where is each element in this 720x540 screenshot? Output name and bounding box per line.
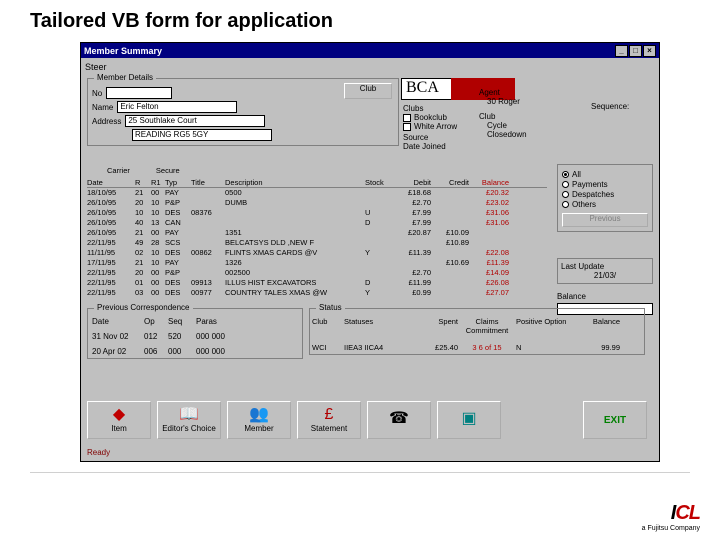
clubs-group: Clubs Bookclub White Arrow Source Date J… (403, 104, 471, 151)
carrier-label: Carrier (107, 166, 130, 175)
exit-button[interactable]: EXIT (583, 401, 647, 439)
member-details-label: Member Details (94, 73, 156, 82)
radio-others[interactable]: Others (562, 200, 648, 209)
maximize-button[interactable]: □ (629, 45, 642, 57)
closedown-label: Closedown (479, 130, 589, 139)
button-bar: ◆Item 📖Editor's Choice 👥Member £Statemen… (87, 401, 647, 439)
table-row[interactable]: 18/10/952100PAY0500£18.68£20.32 (87, 188, 547, 198)
prev-corr-label: Previous Correspondence (94, 303, 193, 312)
radio-all[interactable]: All (562, 170, 648, 179)
secure-label: Secure (156, 166, 180, 175)
club-label: Club (479, 112, 589, 121)
table-row[interactable]: 17/11/952110PAY1326£10.69£11.39 (87, 258, 547, 268)
no-label: No (92, 89, 102, 98)
tx-header: Date R R1 Typ Title Description Stock De… (87, 178, 547, 188)
status-label: Status (316, 303, 345, 312)
table-row[interactable]: 22/11/954928SCSBELCATSYS DLD ,NEW F£10.8… (87, 238, 547, 248)
radio-payments[interactable]: Payments (562, 180, 648, 189)
agent-group: Agent 30 Roger Club Cycle Closedown (479, 88, 589, 139)
address-line2: READING RG5 5GY (132, 129, 272, 141)
titlebar: Member Summary _ □ × (81, 43, 659, 58)
filter-group: All Payments Despatches Others Previous (557, 164, 653, 232)
name-label: Name (92, 103, 113, 112)
member-button[interactable]: 👥Member (227, 401, 291, 439)
tag-icon: ◆ (113, 408, 125, 422)
table-row[interactable]: 26/10/951010DES08376U£7.99£31.06 (87, 208, 547, 218)
window-title: Member Summary (84, 46, 162, 56)
list-item[interactable]: 20 Apr 02006000000 000 (92, 347, 300, 356)
monitor-icon: ▣ (461, 412, 476, 426)
transactions-grid: Carrier Secure Date R R1 Typ Title Descr… (87, 164, 547, 298)
monitor-button[interactable]: ▣ (437, 401, 501, 439)
balance-label: Balance (557, 292, 653, 301)
footer-logo: ICL a Fujitsu Company (642, 502, 700, 532)
date-joined-label: Date Joined (403, 142, 467, 151)
close-button[interactable]: × (643, 45, 656, 57)
app-window: Member Summary _ □ × Steer Member Detail… (80, 42, 660, 462)
phone-button[interactable]: ☎ (367, 401, 431, 439)
table-row[interactable]: 22/11/950100DES09913ILLUS HIST EXCAVATOR… (87, 278, 547, 288)
list-item[interactable]: 31 Nov 02012520000 000 (92, 332, 300, 341)
member-details-group: Member Details No Name Eric Felton Addre… (87, 78, 399, 146)
table-row[interactable]: 22/11/950300DES00977COUNTRY TALES XMAS @… (87, 288, 547, 298)
item-button[interactable]: ◆Item (87, 401, 151, 439)
club-checkbox-bookclub[interactable]: Bookclub (403, 113, 471, 122)
agent-label: Agent (479, 88, 589, 97)
cycle-label: Cycle (479, 121, 589, 130)
club-checkbox-whitearrow[interactable]: White Arrow (403, 122, 471, 131)
steer-label: Steer (85, 62, 655, 72)
editors-choice-button[interactable]: 📖Editor's Choice (157, 401, 221, 439)
prev-corr-group: Previous Correspondence Date Op Seq Para… (87, 308, 303, 359)
last-update-group: Last Update 21/03/ (557, 258, 653, 284)
table-row[interactable]: 26/10/954013CAND£7.99£31.06 (87, 218, 547, 228)
agent-value: 30 Roger (479, 97, 589, 106)
table-row[interactable]: 26/10/952010P&PDUMB£2.70£23.02 (87, 198, 547, 208)
sequence-label: Sequence: (591, 102, 629, 111)
status-ready: Ready (87, 448, 110, 457)
table-row[interactable]: 26/10/952100PAY1351£20.87£10.09 (87, 228, 547, 238)
clubs-label: Clubs (403, 104, 467, 113)
status-group: Status Club Statuses Spent Claims Commit… (309, 308, 645, 355)
name-field: Eric Felton (117, 101, 237, 113)
pound-icon: £ (325, 408, 334, 422)
people-icon: 👥 (249, 408, 269, 422)
slide-title: Tailored VB form for application (0, 0, 720, 39)
phone-icon: ☎ (389, 412, 409, 426)
minimize-button[interactable]: _ (615, 45, 628, 57)
table-row[interactable]: 11/11/950210DES00862FLINTS XMAS CARDS @V… (87, 248, 547, 258)
table-row[interactable]: 22/11/952000P&P002500£2.70£14.09 (87, 268, 547, 278)
divider (30, 472, 690, 473)
book-icon: 📖 (179, 408, 199, 422)
club-button[interactable]: Club (344, 83, 392, 99)
statement-button[interactable]: £Statement (297, 401, 361, 439)
previous-button[interactable]: Previous (562, 213, 648, 227)
address-label: Address (92, 117, 121, 126)
source-label: Source (403, 133, 467, 142)
address-line1: 25 Southlake Court (125, 115, 265, 127)
radio-despatches[interactable]: Despatches (562, 190, 648, 199)
no-input[interactable] (106, 87, 172, 99)
last-update-value: 21/03/ (561, 271, 649, 280)
last-update-label: Last Update (561, 262, 649, 271)
